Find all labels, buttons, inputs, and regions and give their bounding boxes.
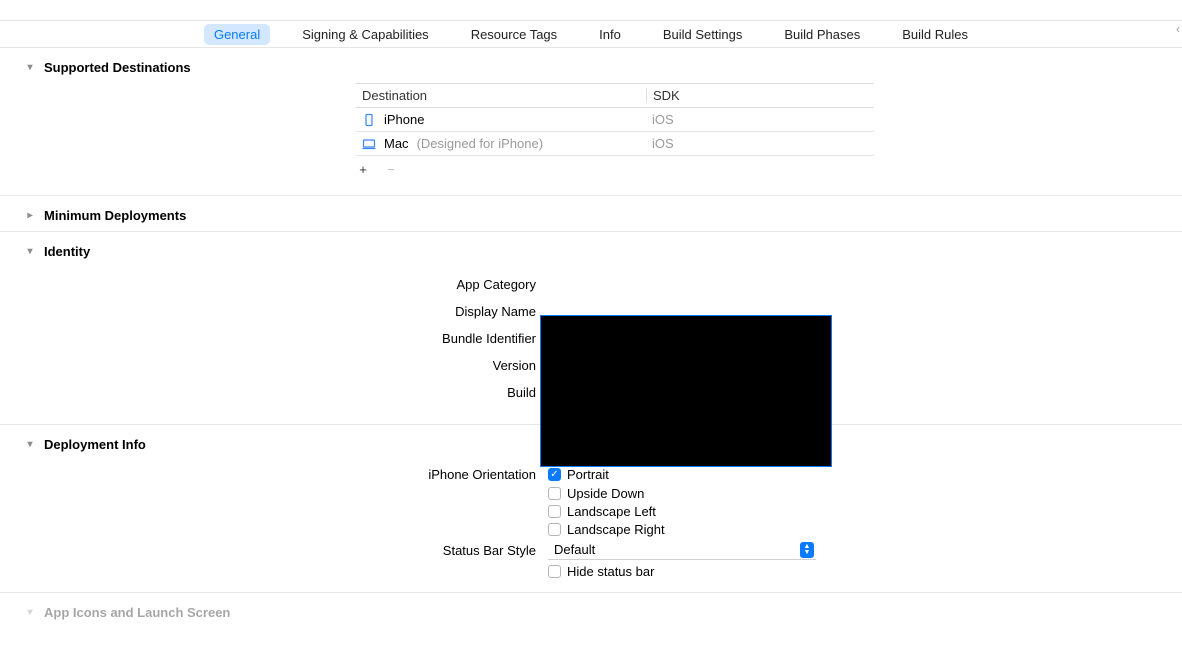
section-title: Supported Destinations xyxy=(44,60,191,75)
label-bundle-identifier: Bundle Identifier xyxy=(18,331,548,346)
section-supported-destinations: ▾ Supported Destinations Destination SDK… xyxy=(18,48,1182,195)
label-status-bar-style: Status Bar Style xyxy=(18,543,548,558)
column-sdk[interactable]: SDK xyxy=(646,88,874,103)
checkbox-label: Upside Down xyxy=(567,486,644,501)
checkbox-label: Hide status bar xyxy=(567,564,654,579)
chevron-down-icon[interactable]: ▾ xyxy=(24,246,36,257)
checkbox-landscape-right[interactable] xyxy=(548,523,561,536)
table-row[interactable]: Mac (Designed for iPhone) iOS xyxy=(356,132,874,156)
tab-signing-capabilities[interactable]: Signing & Capabilities xyxy=(292,24,438,45)
label-version: Version xyxy=(18,358,548,373)
add-destination-button[interactable]: + xyxy=(356,162,370,177)
checkbox-label: Portrait xyxy=(567,467,609,482)
section-title: App Icons and Launch Screen xyxy=(44,605,230,620)
tab-info[interactable]: Info xyxy=(589,24,631,45)
section-title: Identity xyxy=(44,244,90,259)
destination-label: Mac xyxy=(384,136,409,151)
chevron-down-icon[interactable]: ▾ xyxy=(24,607,36,618)
select-status-bar-style[interactable]: Default ▲▼ xyxy=(548,540,816,560)
supported-destinations-table: Destination SDK iPhone iOS xyxy=(356,83,874,177)
section-minimum-deployments: ▸ Minimum Deployments xyxy=(18,196,1182,231)
checkbox-upside-down[interactable] xyxy=(548,487,561,500)
label-iphone-orientation: iPhone Orientation xyxy=(18,467,548,482)
chevron-down-icon[interactable]: ▾ xyxy=(24,62,36,73)
mac-icon xyxy=(362,137,376,151)
sdk-label: iOS xyxy=(646,136,874,151)
section-title: Deployment Info xyxy=(44,437,146,452)
label-build: Build xyxy=(18,385,548,400)
identity-values-redacted xyxy=(540,315,832,467)
checkbox-landscape-left[interactable] xyxy=(548,505,561,518)
tab-build-settings[interactable]: Build Settings xyxy=(653,24,753,45)
sdk-label: iOS xyxy=(646,112,874,127)
remove-destination-button[interactable]: − xyxy=(384,162,398,177)
tab-build-rules[interactable]: Build Rules xyxy=(892,24,978,45)
checkbox-label: Landscape Left xyxy=(567,504,656,519)
label-app-category: App Category xyxy=(18,277,548,292)
checkbox-portrait[interactable]: ✓ xyxy=(548,468,561,481)
column-destination[interactable]: Destination xyxy=(356,88,646,103)
tab-resource-tags[interactable]: Resource Tags xyxy=(461,24,567,45)
destination-label: iPhone xyxy=(384,112,424,127)
target-tabs: General Signing & Capabilities Resource … xyxy=(0,20,1182,48)
iphone-icon xyxy=(362,113,376,127)
tab-build-phases[interactable]: Build Phases xyxy=(774,24,870,45)
collapse-right-icon[interactable]: ‹ xyxy=(1176,22,1180,36)
table-header: Destination SDK xyxy=(356,84,874,108)
chevron-down-icon[interactable]: ▾ xyxy=(24,439,36,450)
select-stepper-icon: ▲▼ xyxy=(800,542,814,558)
checkbox-label: Landscape Right xyxy=(567,522,665,537)
destination-aux: (Designed for iPhone) xyxy=(417,136,543,151)
section-app-icons: ▾ App Icons and Launch Screen xyxy=(18,593,1182,620)
label-display-name: Display Name xyxy=(18,304,548,319)
table-row[interactable]: iPhone iOS xyxy=(356,108,874,132)
chevron-right-icon[interactable]: ▸ xyxy=(24,210,36,221)
select-value: Default xyxy=(554,542,595,557)
tab-general[interactable]: General xyxy=(204,24,270,45)
section-title: Minimum Deployments xyxy=(44,208,186,223)
checkbox-hide-status-bar[interactable] xyxy=(548,565,561,578)
